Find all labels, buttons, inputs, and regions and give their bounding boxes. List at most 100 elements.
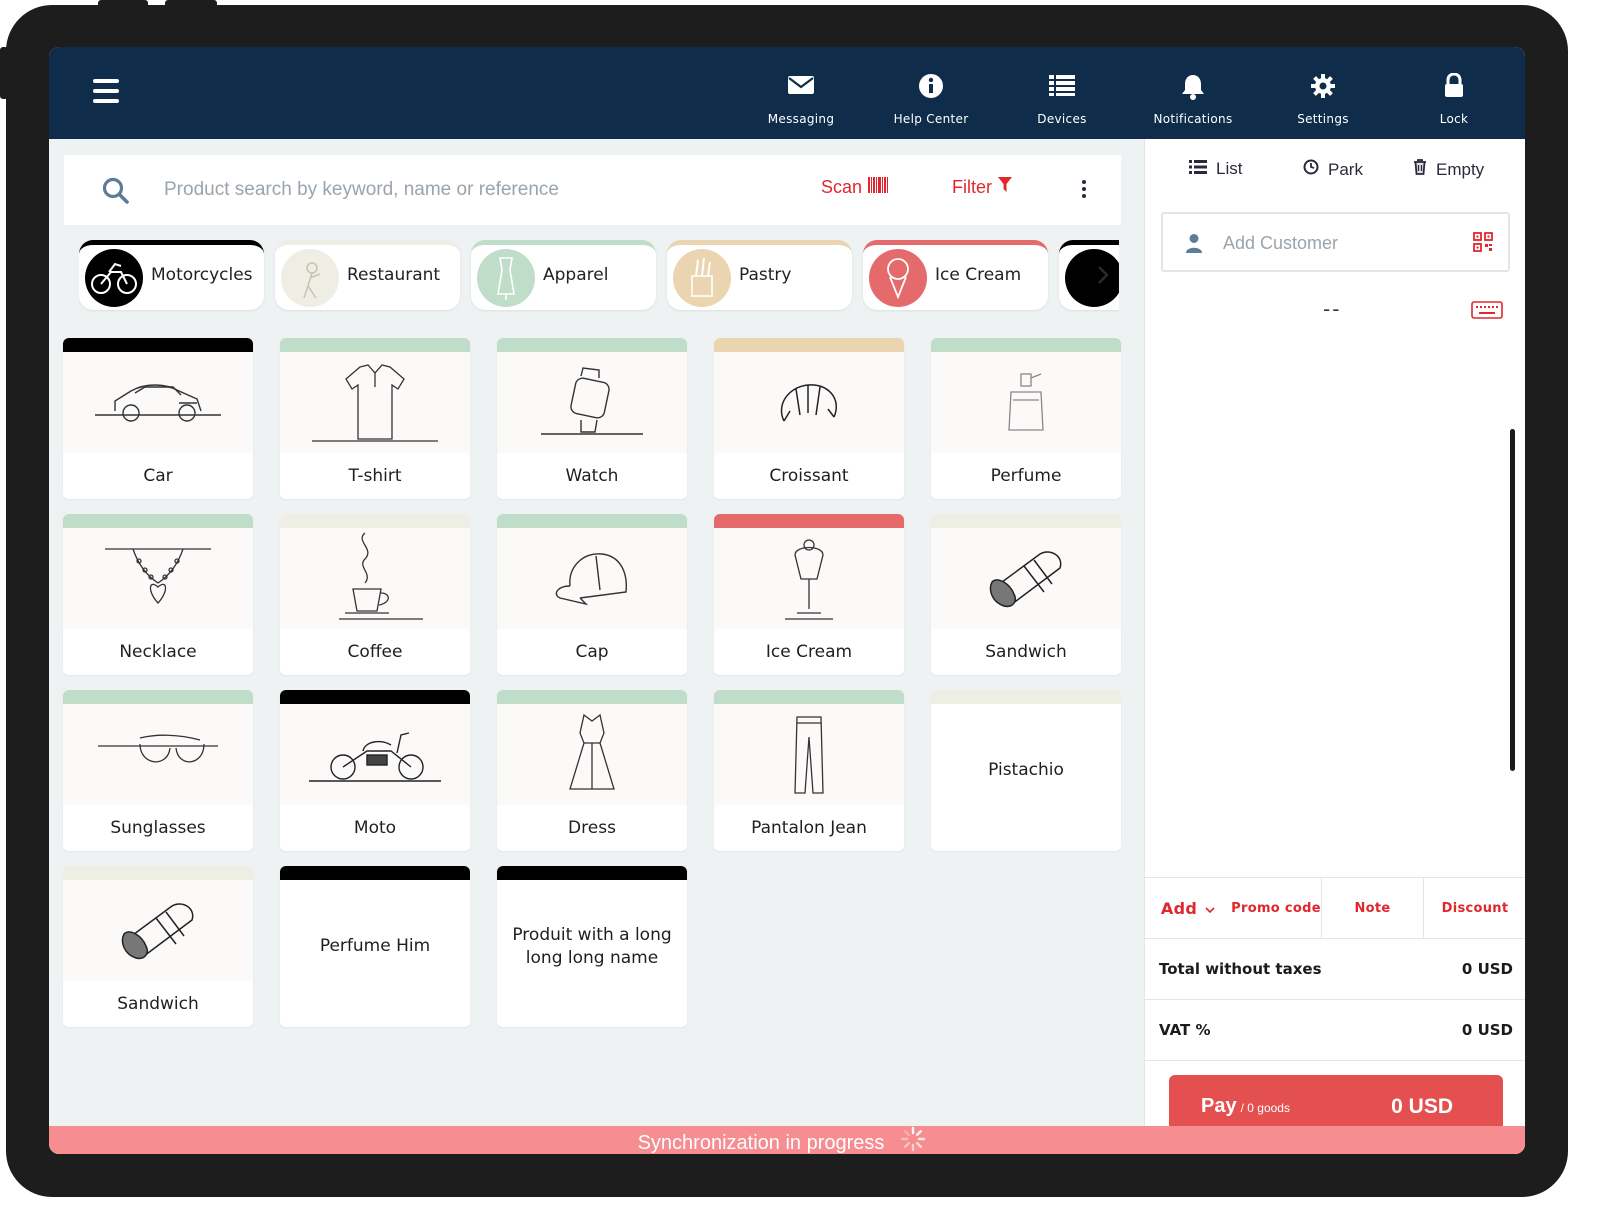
product-search-input[interactable]	[164, 173, 784, 207]
cart-panel: List Park Empty --	[1144, 139, 1525, 1154]
tile-color-bar	[714, 690, 904, 704]
promo-code-button[interactable]: Promo code	[1231, 878, 1321, 938]
keyboard-icon[interactable]	[1471, 301, 1503, 323]
product-name: Cap	[575, 642, 609, 662]
list-icon	[1189, 159, 1207, 179]
user-icon	[1185, 233, 1203, 257]
nav-label: Devices	[1037, 112, 1087, 126]
nav-messaging[interactable]: Messaging	[741, 73, 861, 126]
cart-actions-row: Add Promo code Note Discount	[1145, 877, 1525, 939]
ice-cream-icon	[869, 249, 927, 307]
category-apparel[interactable]: Apparel	[471, 240, 656, 310]
ice-cream-icon	[714, 528, 904, 629]
product-tile-watch[interactable]: Watch	[497, 338, 687, 499]
nav-lock[interactable]: Lock	[1394, 73, 1514, 126]
nav-label: Messaging	[767, 112, 835, 126]
sync-status-bar: Synchronization in progress	[49, 1126, 1525, 1154]
product-tile-dress[interactable]: Dress	[497, 690, 687, 851]
product-tile-croissant[interactable]: Croissant	[714, 338, 904, 499]
cart-summary-placeholder: --	[1323, 297, 1342, 321]
product-name: Pantalon Jean	[751, 818, 867, 838]
tile-color-bar	[63, 866, 253, 880]
dress-icon	[497, 704, 687, 805]
product-tile-perfume-him[interactable]: Perfume Him	[280, 866, 470, 1027]
chevron-right-icon[interactable]	[1093, 263, 1113, 287]
spinner-icon	[900, 1126, 926, 1154]
cap-icon	[497, 528, 687, 629]
tile-color-bar	[931, 514, 1121, 528]
sandwich-icon	[931, 528, 1121, 629]
search-icon[interactable]	[102, 177, 130, 209]
pay-label-group: Pay/ 0 goods	[1201, 1095, 1290, 1118]
nav-notifications[interactable]: Notifications	[1133, 73, 1253, 126]
category-label: Apparel	[543, 265, 609, 285]
category-restaurant[interactable]: Restaurant	[275, 240, 460, 310]
category-pastry[interactable]: Pastry	[667, 240, 852, 310]
top-bar: Messaging Help Center Devices Notificati…	[49, 47, 1525, 139]
envelope-icon	[741, 73, 861, 101]
product-tile-necklace[interactable]: Necklace	[63, 514, 253, 675]
category-ice-cream[interactable]: Ice Cream	[863, 240, 1048, 310]
more-options-icon[interactable]	[1078, 177, 1090, 201]
product-tile-cap[interactable]: Cap	[497, 514, 687, 675]
empty-label: Empty	[1436, 159, 1485, 179]
nav-devices[interactable]: Devices	[1002, 73, 1122, 126]
hamburger-menu-icon[interactable]	[93, 79, 119, 103]
add-dropdown-button[interactable]: Add	[1145, 878, 1231, 938]
tablet-power-button	[98, 0, 148, 8]
product-search-bar: Scan Filter	[64, 155, 1121, 225]
cart-scrollbar[interactable]	[1510, 429, 1515, 771]
product-tile-sunglasses[interactable]: Sunglasses	[63, 690, 253, 851]
product-name: Pistachio	[988, 760, 1064, 781]
promo-code-label: Promo code	[1231, 900, 1321, 916]
product-tile-moto[interactable]: Moto	[280, 690, 470, 851]
qr-code-icon[interactable]	[1473, 232, 1493, 256]
discount-button[interactable]: Discount	[1423, 878, 1525, 938]
filter-button[interactable]: Filter	[952, 177, 1012, 198]
category-motorcycles[interactable]: Motorcycles	[79, 240, 264, 310]
category-label: Pastry	[739, 265, 792, 285]
nav-help-center[interactable]: Help Center	[871, 73, 991, 126]
note-label: Note	[1354, 900, 1391, 916]
product-tile-ice-cream[interactable]: Ice Cream	[714, 514, 904, 675]
note-button[interactable]: Note	[1321, 878, 1423, 938]
pos-screen: Messaging Help Center Devices Notificati…	[49, 47, 1525, 1154]
tile-color-bar	[63, 338, 253, 352]
tile-color-bar	[714, 338, 904, 352]
product-tile-coffee[interactable]: Coffee	[280, 514, 470, 675]
empty-cart-button[interactable]: Empty	[1413, 159, 1484, 180]
sync-status-text: Synchronization in progress	[637, 1132, 885, 1154]
list-button[interactable]: List	[1189, 159, 1242, 179]
product-tile-long-name[interactable]: Produit with a long long long name	[497, 866, 687, 1027]
tablet-volume-button	[165, 0, 217, 8]
filter-label: Filter	[952, 177, 992, 197]
tile-color-bar	[497, 690, 687, 704]
product-tile-perfume[interactable]: Perfume	[931, 338, 1121, 499]
tile-color-bar	[931, 338, 1121, 352]
product-tile-sandwich[interactable]: Sandwich	[931, 514, 1121, 675]
coffee-icon	[280, 528, 470, 629]
necklace-icon	[63, 528, 253, 629]
nav-settings[interactable]: Settings	[1263, 73, 1383, 126]
product-tile-pantalon-jean[interactable]: Pantalon Jean	[714, 690, 904, 851]
vat-row: VAT % 0 USD	[1145, 1000, 1525, 1061]
product-name: Necklace	[119, 642, 197, 662]
total-without-taxes-row: Total without taxes 0 USD	[1145, 939, 1525, 1000]
product-tile-tshirt[interactable]: T-shirt	[280, 338, 470, 499]
product-name: Watch	[565, 466, 619, 486]
add-customer-field[interactable]	[1161, 212, 1510, 272]
discount-label: Discount	[1441, 900, 1509, 916]
park-button[interactable]: Park	[1303, 159, 1363, 180]
clock-icon	[1303, 159, 1319, 180]
tshirt-icon	[280, 352, 470, 453]
product-tile-car[interactable]: Car	[63, 338, 253, 499]
add-customer-input[interactable]	[1223, 230, 1453, 256]
motorcycle-icon	[85, 249, 143, 307]
dress-form-icon	[477, 249, 535, 307]
product-tile-sandwich-2[interactable]: Sandwich	[63, 866, 253, 1027]
scan-button[interactable]: Scan	[821, 177, 889, 198]
product-tile-pistachio[interactable]: Pistachio	[931, 690, 1121, 851]
product-name: Sandwich	[985, 642, 1067, 662]
category-row: Motorcycles Restaurant Apparel Pastry Ic…	[79, 240, 1119, 312]
total-value: 0 USD	[1461, 960, 1513, 978]
